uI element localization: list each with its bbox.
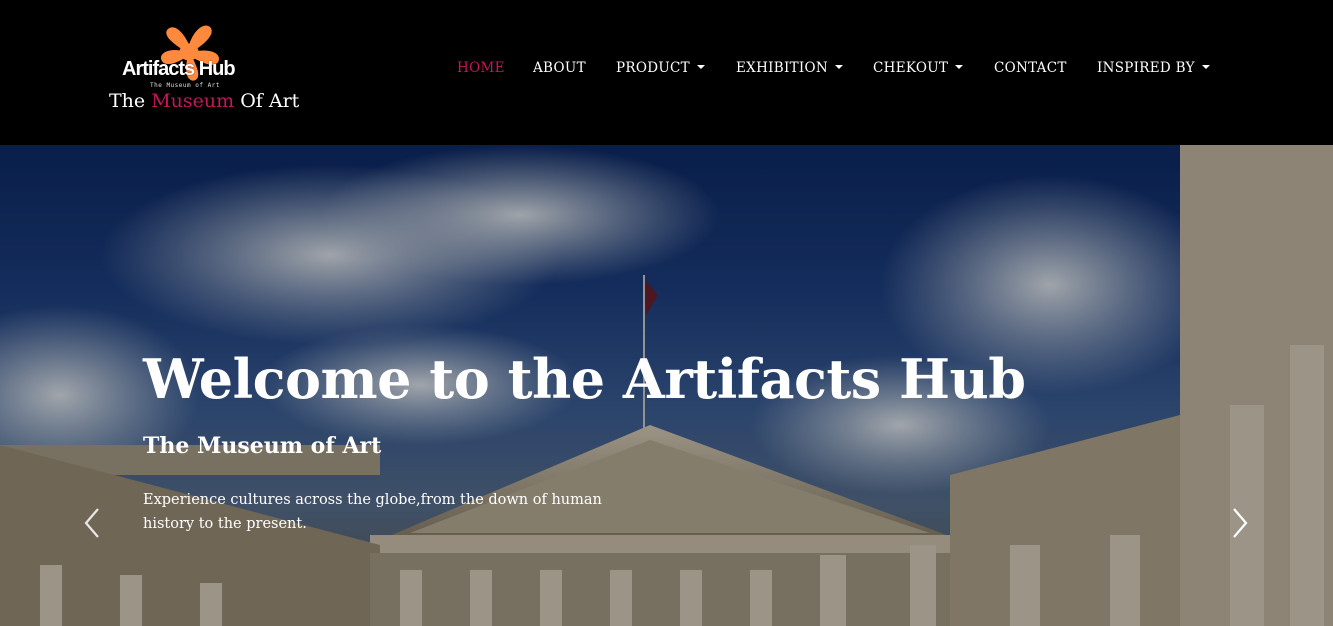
nav-item-inspired-by[interactable]: INSPIRED BY xyxy=(1097,60,1210,76)
top-navbar: Artifacts Hub The Museum of Art The Muse… xyxy=(0,0,1333,145)
nav-item-exhibition[interactable]: EXHIBITION xyxy=(736,60,844,76)
caret-down-icon xyxy=(1201,65,1210,69)
nav-item-product[interactable]: PRODUCT xyxy=(616,60,705,76)
caret-down-icon xyxy=(696,65,705,69)
carousel-prev-button[interactable] xyxy=(80,505,106,541)
hero-subtitle: The Museum of Art xyxy=(143,433,382,459)
nav-item-label: ABOUT xyxy=(533,60,586,76)
hero-description: Experience cultures across the globe,fro… xyxy=(143,492,602,532)
tagline-accent: Museum xyxy=(151,90,235,112)
tagline-suffix: Of Art xyxy=(234,90,300,112)
chevron-left-icon xyxy=(84,508,99,538)
nav-item-contact[interactable]: CONTACT xyxy=(994,60,1067,76)
logo-subtext: The Museum of Art xyxy=(150,82,220,89)
hero-title: Welcome to the Artifacts Hub xyxy=(143,347,1026,411)
nav-item-home[interactable]: HOME xyxy=(457,60,505,76)
nav-item-label: CHEKOUT xyxy=(873,60,949,76)
chevron-right-icon xyxy=(1233,508,1248,538)
nav-item-label: CONTACT xyxy=(994,60,1067,76)
nav-item-label: INSPIRED BY xyxy=(1097,60,1195,76)
nav-item-label: EXHIBITION xyxy=(736,60,829,76)
nav-item-label: PRODUCT xyxy=(616,60,690,76)
caret-down-icon xyxy=(835,65,844,69)
nav-item-about[interactable]: ABOUT xyxy=(533,60,586,76)
nav-item-checkout[interactable]: CHEKOUT xyxy=(873,60,964,76)
brand-tagline: The Museum Of Art xyxy=(109,90,299,112)
carousel-next-button[interactable] xyxy=(1226,505,1252,541)
hero-carousel: Welcome to the Artifacts Hub The Museum … xyxy=(0,145,1333,626)
nav-menu: HOME ABOUT PRODUCT EXHIBITION CHEKOUT CO… xyxy=(0,60,1333,82)
caret-down-icon xyxy=(955,65,964,69)
nav-item-label: HOME xyxy=(457,60,505,76)
tagline-prefix: The xyxy=(109,90,152,112)
